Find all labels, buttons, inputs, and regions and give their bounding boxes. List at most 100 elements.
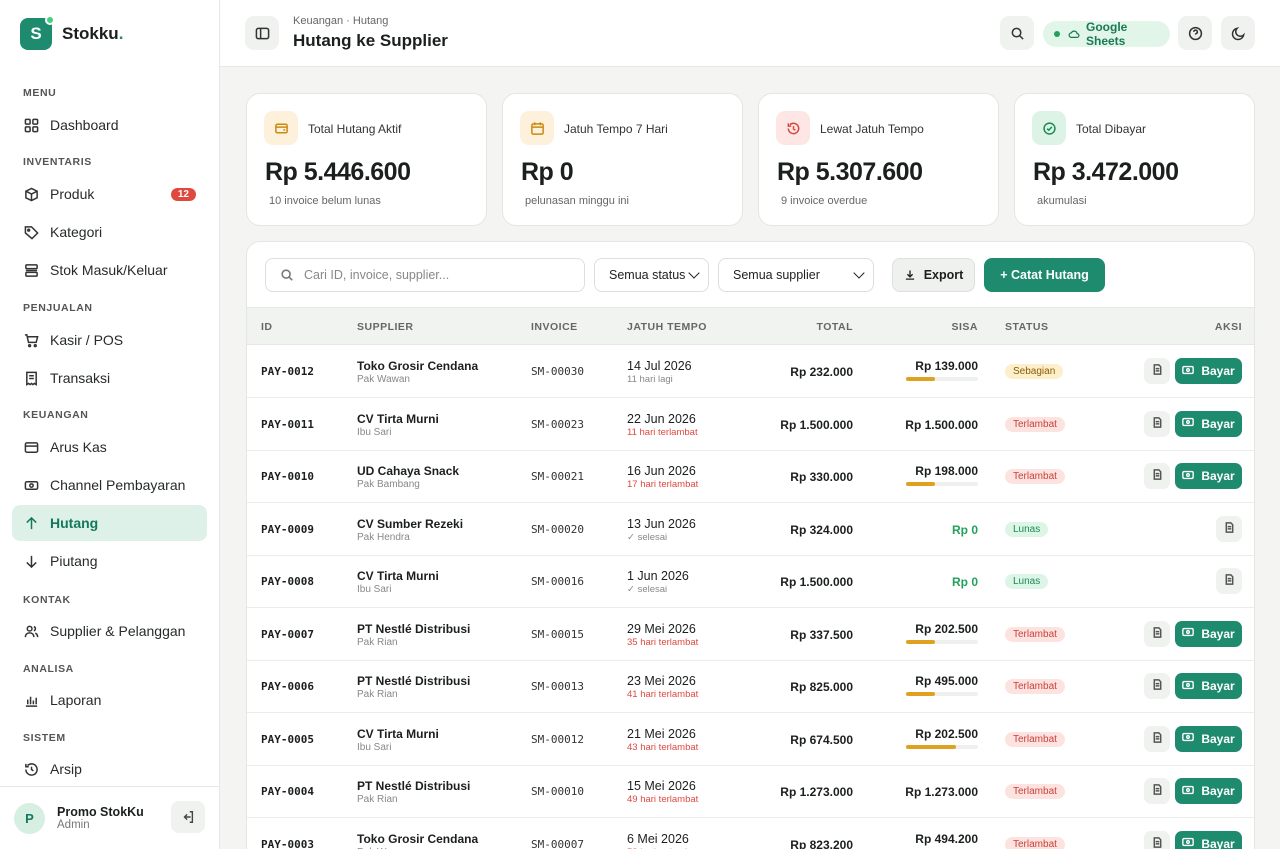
sidebar-item-dashboard[interactable]: Dashboard [12,107,207,143]
sidebar-item-arsip[interactable]: Arsip [12,751,207,787]
table-row[interactable]: PAY-0008 CV Tirta Murni Ibu Sari SM-0001… [247,555,1254,608]
banknote-icon [1182,679,1201,694]
pay-button[interactable]: Bayar [1175,358,1242,384]
sidebar-item-arus-kas[interactable]: Arus Kas [12,429,207,465]
user-profile: P Promo StokKu Admin [0,786,219,849]
invoice-number[interactable]: SM-00012 [531,733,584,746]
sidebar-item-piutang[interactable]: Piutang [12,543,207,579]
invoice-number[interactable]: SM-00013 [531,680,584,693]
sidebar-item-laporan[interactable]: Laporan [12,682,207,718]
sync-status-badge[interactable]: Google Sheets [1043,20,1170,48]
table-row[interactable]: PAY-0012 Toko Grosir Cendana Pak Wawan S… [247,345,1254,398]
invoice-number[interactable]: SM-00016 [531,575,584,588]
col-invoice[interactable]: INVOICE [531,321,578,333]
search-button[interactable] [1000,16,1034,50]
detail-button[interactable] [1144,725,1170,752]
stat-value: Rp 5.446.600 [265,158,411,186]
pay-button[interactable]: Bayar [1175,463,1242,489]
table-row[interactable]: PAY-0011 CV Tirta Murni Ibu Sari SM-0002… [247,398,1254,451]
sidebar-item-channel[interactable]: Channel Pembayaran [12,467,207,503]
pay-button[interactable]: Bayar [1175,620,1242,647]
supplier-name: Toko Grosir Cendana [357,831,479,846]
table-row[interactable]: PAY-0004 PT Nestlé Distribusi Pak Rian S… [247,765,1254,818]
detail-button[interactable] [1216,515,1242,542]
brand[interactable]: S Stokku. [20,15,124,50]
col-total[interactable]: TOTAL [816,321,853,333]
invoice-number[interactable]: SM-00021 [531,470,584,483]
status-filter-select[interactable]: Semua status [594,258,709,292]
search-icon [281,269,293,281]
table-row[interactable]: PAY-0007 PT Nestlé Distribusi Pak Rian S… [247,608,1254,661]
status-badge: Terlambat [1005,784,1065,799]
search-placeholder: Cari ID, invoice, supplier... [304,268,450,282]
supplier-cell: Toko Grosir Cendana Pak Wawan [357,359,478,385]
toggle-sidebar-button[interactable] [245,16,279,50]
col-id[interactable]: ID [261,321,273,333]
theme-toggle-button[interactable] [1221,16,1255,50]
sidebar-item-produk[interactable]: Produk 12 [12,176,207,212]
detail-button[interactable] [1144,410,1170,437]
detail-button[interactable] [1144,358,1170,384]
sidebar-item-label: Supplier & Pelanggan [50,623,186,639]
stat-subtext: akumulasi [1037,195,1087,207]
col-status[interactable]: STATUS [1005,321,1048,333]
help-button[interactable] [1178,16,1212,50]
detail-button[interactable] [1216,568,1242,594]
status-badge: Terlambat [1005,416,1065,432]
total-amount: Rp 1.500.000 [780,417,853,432]
due-cell: 16 Jun 2026 17 hari terlambat [627,464,698,490]
brand-logo: S [20,15,55,50]
table-row[interactable]: PAY-0003 Toko Grosir Cendana Pak Wawan S… [247,818,1254,849]
pay-button[interactable]: Bayar [1175,410,1242,437]
due-date: 6 Mei 2026 [627,831,689,846]
detail-button[interactable] [1144,463,1170,489]
detail-button[interactable] [1144,778,1170,804]
invoice-number[interactable]: SM-00020 [531,523,584,536]
invoice-number[interactable]: SM-00010 [531,785,584,798]
brand-name: Stokku. [62,24,124,43]
paid-progress-fill [906,692,935,696]
sidebar-item-kasir[interactable]: Kasir / POS [12,322,207,358]
add-debt-button[interactable]: + Catat Hutang [984,258,1105,292]
detail-button[interactable] [1144,830,1170,849]
sidebar-item-hutang[interactable]: Hutang [12,505,207,541]
invoice-number[interactable]: SM-00007 [531,838,584,849]
pay-button[interactable]: Bayar [1175,778,1242,804]
search-input[interactable]: Cari ID, invoice, supplier... [265,258,585,292]
invoice-number[interactable]: SM-00015 [531,628,584,641]
logout-button[interactable] [171,801,205,833]
table-row[interactable]: PAY-0009 CV Sumber Rezeki Pak Hendra SM-… [247,503,1254,556]
col-supplier[interactable]: SUPPLIER [357,321,414,333]
export-button[interactable]: Export [892,258,975,292]
supplier-name: UD Cahaya Snack [357,464,460,478]
avatar[interactable]: P [14,802,45,834]
detail-button[interactable] [1144,673,1170,699]
invoice-number[interactable]: SM-00023 [531,418,584,431]
col-sisa[interactable]: SISA [951,321,978,333]
due-note: 35 hari terlambat [627,636,699,648]
col-due[interactable]: JATUH TEMPO [627,321,707,333]
pay-button[interactable]: Bayar [1175,830,1242,849]
sidebar-item-label: Stok Masuk/Keluar [50,262,168,278]
table-row[interactable]: PAY-0006 PT Nestlé Distribusi Pak Rian S… [247,660,1254,713]
supplier-contact: Pak Rian [357,636,398,648]
pay-button[interactable]: Bayar [1175,673,1242,699]
detail-button[interactable] [1144,620,1170,647]
invoice-number[interactable]: SM-00030 [531,365,584,378]
table-row[interactable]: PAY-0010 UD Cahaya Snack Pak Bambang SM-… [247,450,1254,503]
pay-button[interactable]: Bayar [1175,725,1242,752]
sidebar-item-label: Dashboard [50,117,119,133]
sidebar-item-kategori[interactable]: Kategori [12,214,207,250]
due-date: 1 Jun 2026 [627,569,689,583]
sidebar-item-supplier[interactable]: Supplier & Pelanggan [12,613,207,649]
table-row[interactable]: PAY-0005 CV Tirta Murni Ibu Sari SM-0001… [247,713,1254,766]
sisa-cell: Rp 0 [903,569,978,589]
payment-id: PAY-0012 [261,365,314,378]
document-icon [1152,677,1163,695]
sidebar-item-stok[interactable]: Stok Masuk/Keluar [12,252,207,288]
status-badge: Terlambat [1005,836,1065,849]
stat-card-total-dibayar: Total Dibayar Rp 3.472.000 akumulasi [1014,93,1255,226]
supplier-filter-select[interactable]: Semua supplier [718,258,874,292]
sidebar-item-transaksi[interactable]: Transaksi [12,360,207,396]
supplier-cell: PT Nestlé Distribusi Pak Rian [357,622,470,648]
